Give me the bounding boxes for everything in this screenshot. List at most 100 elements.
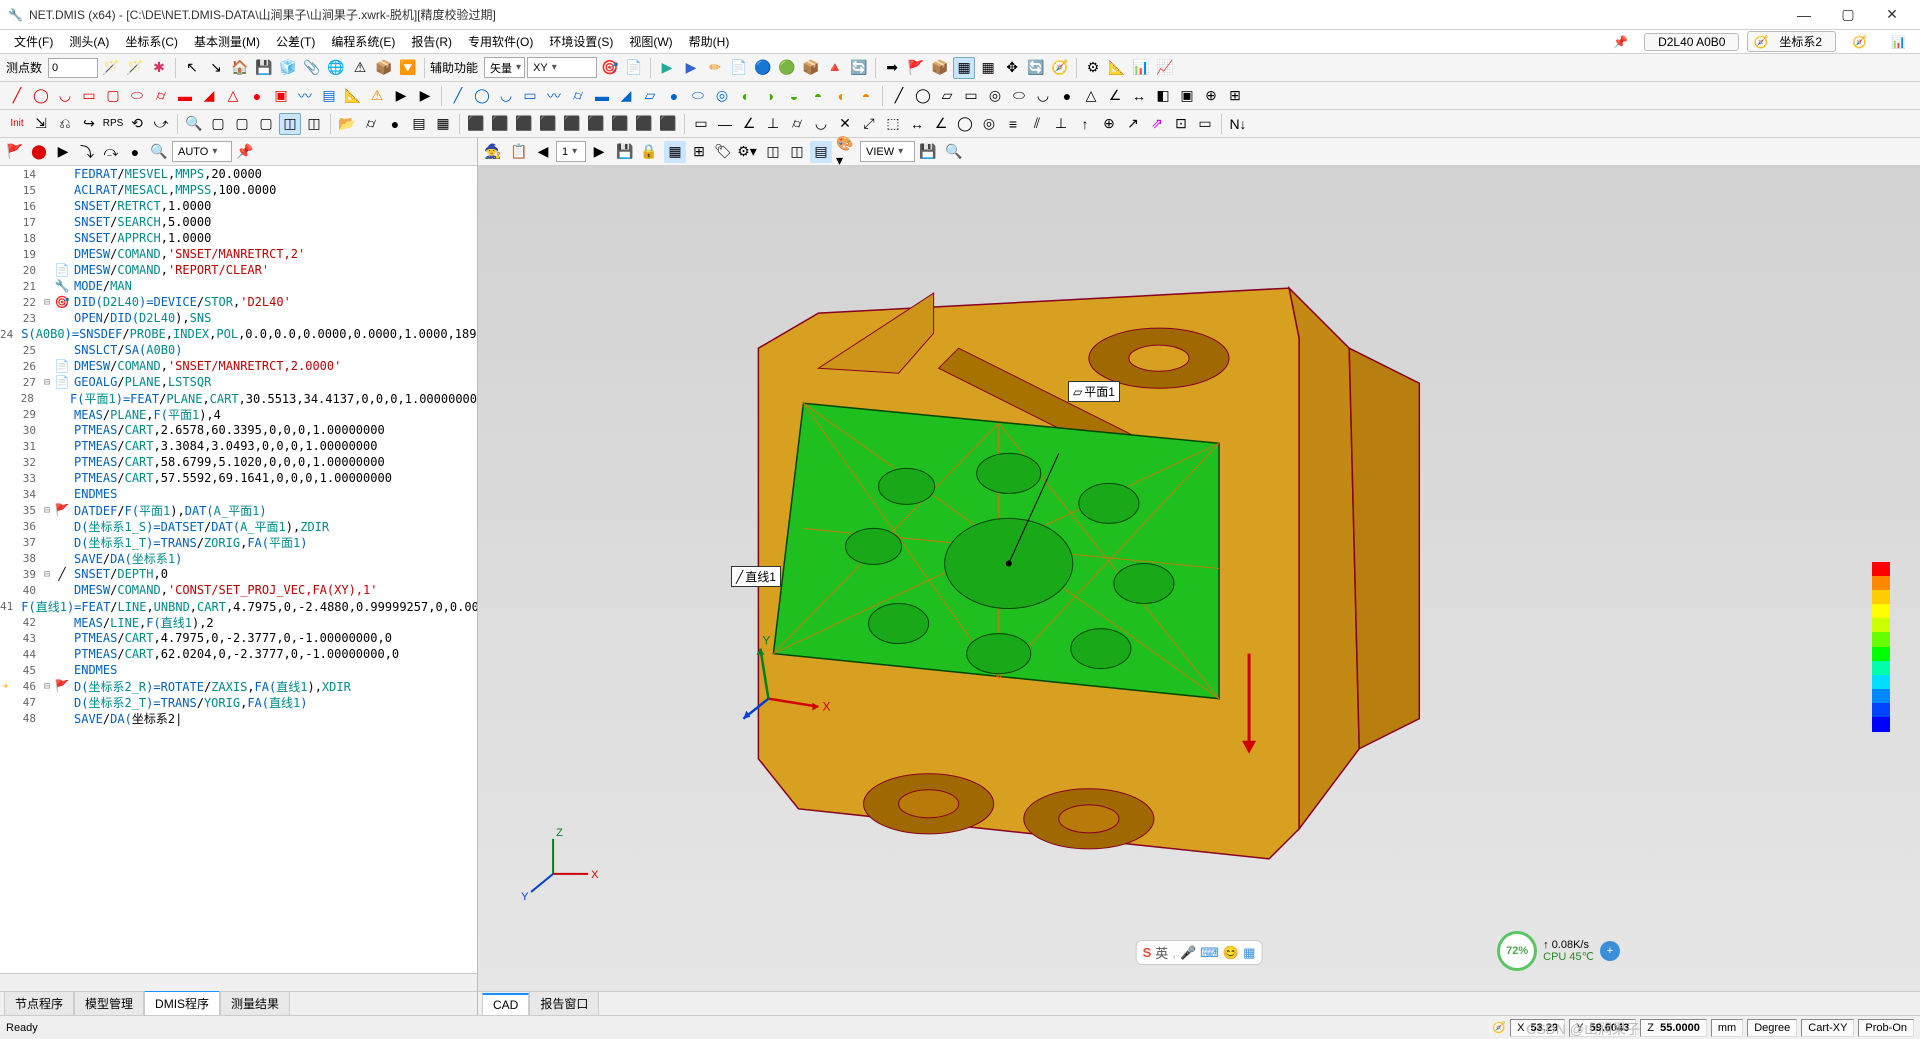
code-line[interactable]: 32PTMEAS/CART,58.6799,5.1020,0,0,0,1.000… [0,454,477,470]
status-probe[interactable]: Prob-On [1858,1019,1914,1037]
axis-tool-icon[interactable]: 🧭 [1049,57,1071,79]
cylinder3d-icon[interactable]: ⌭ [567,85,589,107]
tri-tool2-icon[interactable]: △ [222,85,244,107]
code-line[interactable]: 22⊟🎯DID(D2L40)=DEVICE/STOR,'D2L40' [0,294,477,310]
sphere3d-icon[interactable]: ● [663,85,685,107]
menu-item[interactable]: 报告(R) [403,33,460,50]
view-persp-icon[interactable]: ◫ [303,113,325,135]
code-line[interactable]: 45ENDMES [0,662,477,678]
view-side-icon[interactable]: ▢ [231,113,253,135]
code-line[interactable]: 17SNSET/SEARCH,5.0000 [0,214,477,230]
flower-icon[interactable]: ✱ [148,57,170,79]
zoom-fit-icon[interactable]: 🔍 [943,141,965,163]
xtra16-icon[interactable]: ⊥ [1050,113,1072,135]
tab-report[interactable]: 报告窗口 [529,991,599,1015]
menu-item[interactable]: 文件(F) [6,33,61,50]
globe-icon[interactable]: 🌐 [325,57,347,79]
circle-tool-icon[interactable]: ◯ [30,85,52,107]
warn-icon[interactable]: ⚠ [349,57,371,79]
stepfwd-icon[interactable]: ⤻ [150,113,172,135]
menu-item[interactable]: 基本测量(M) [186,33,268,50]
init-icon[interactable]: Init [6,113,28,135]
cad-import-icon[interactable]: 📂 [336,113,358,135]
cube2-icon[interactable]: 📦 [373,57,395,79]
xtra19-icon[interactable]: ↗ [1122,113,1144,135]
dim1-icon[interactable]: ◫ [762,141,784,163]
layer-view-icon[interactable]: ▤ [810,141,832,163]
grid-icon[interactable]: ▦ [977,57,999,79]
code-line[interactable]: 19DMESW/COMAND,'SNSET/MANRETRCT,2' [0,246,477,262]
tol-ax-icon[interactable]: ⊕ [1200,85,1222,107]
tab-cad[interactable]: CAD [482,993,529,1015]
tol-arc-icon[interactable]: ◡ [1032,85,1054,107]
misc4-icon[interactable]: 📈 [1154,57,1176,79]
ime-toolbar[interactable]: S 英 , 🎤 ⌨ 😊 ▦ [1136,940,1263,965]
rect3d-icon[interactable]: ▭ [519,85,541,107]
label-icon[interactable]: 🏷 [712,141,734,163]
torus3d-icon[interactable]: ◎ [711,85,733,107]
tol-plane-icon[interactable]: ▱ [936,85,958,107]
cad-plane-label[interactable]: ▱ 平面1 [1068,381,1120,402]
menu-item[interactable]: 公差(T) [268,33,323,50]
mode-dropdown[interactable]: AUTO [172,141,232,162]
cad-mesh-icon[interactable]: ▦ [432,113,454,135]
xtra12-icon[interactable]: ◯ [954,113,976,135]
page-go-icon[interactable]: 📄 [728,57,750,79]
undo-icon[interactable]: ↖ [181,57,203,79]
square-tool-icon[interactable]: ▢ [102,85,124,107]
xtra21-icon[interactable]: ⊡ [1170,113,1192,135]
code-line[interactable]: 28F(平面1)=FEAT/PLANE,CART,30.5513,34.4137… [0,390,477,406]
c2-icon[interactable]: ◑ [759,85,781,107]
code-line[interactable]: 39⊟╱SNSET/DEPTH,0 [0,566,477,582]
search-tool-icon[interactable]: 🔍 [148,141,170,163]
view-iso-icon[interactable]: ◫ [279,113,301,135]
view-save-icon[interactable]: 💾 [614,141,636,163]
op9-icon[interactable]: ⬛ [657,113,679,135]
cad-line-label[interactable]: ╱ 直线1 [731,566,781,587]
cone3d-icon[interactable]: ◢ [615,85,637,107]
sphere-icon[interactable]: 🔵 [752,57,774,79]
code-line[interactable]: 31PTMEAS/CART,3.3084,3.0493,0,0,0,1.0000… [0,438,477,454]
rotate-icon[interactable]: 🔄 [1025,57,1047,79]
ime-lang[interactable]: 英 [1155,943,1168,962]
code-line[interactable]: 20📄DMESW/COMAND,'REPORT/CLEAR' [0,262,477,278]
pin-icon[interactable]: 📌 [1605,35,1636,49]
xtra1-icon[interactable]: ▭ [690,113,712,135]
copy-icon[interactable]: 📋 [508,141,530,163]
op4-icon[interactable]: ⬛ [537,113,559,135]
cad-layer-icon[interactable]: ▤ [408,113,430,135]
code-line[interactable]: 43PTMEAS/CART,4.7975,0,-2.3777,0,-1.0000… [0,630,477,646]
tol-cyl-icon[interactable]: ▭ [960,85,982,107]
code-line[interactable]: 47D(坐标系2_T)=TRANS/YORIG,FA(直线1) [0,694,477,710]
bp-icon[interactable]: ● [124,141,146,163]
code-line[interactable]: 40DMESW/COMAND,'CONST/SET_PROJ_VEC,FA(XY… [0,582,477,598]
tab-meas-result[interactable]: 测量结果 [220,991,290,1015]
xtra8-icon[interactable]: ⤢ [858,113,880,135]
tab-model-mgmt[interactable]: 模型管理 [74,991,144,1015]
arc3d-icon[interactable]: ◡ [495,85,517,107]
view-lock-icon[interactable]: 🔒 [638,141,660,163]
point-count-input[interactable] [48,58,98,78]
xtra18-icon[interactable]: ⊕ [1098,113,1120,135]
step-icon[interactable]: ⇲ [30,113,52,135]
op2-icon[interactable]: ⬛ [489,113,511,135]
line3d-icon[interactable]: ╱ [447,85,469,107]
nav-prev-icon[interactable]: ◀ [532,141,554,163]
code-line[interactable]: 44PTMEAS/CART,62.0204,0,-2.3777,0,-1.000… [0,646,477,662]
tab-dmis-program[interactable]: DMIS程序 [144,990,220,1015]
save-icon[interactable]: 💾 [253,57,275,79]
d1-icon[interactable]: ◐ [831,85,853,107]
code-line[interactable]: 37D(坐标系1_T)=TRANS/ZORIG,FA(平面1) [0,534,477,550]
code-editor[interactable]: 14FEDRAT/MESVEL,MMPS,20.000015ACLRAT/MES… [0,166,477,973]
xtra17-icon[interactable]: ↑ [1074,113,1096,135]
code-line[interactable]: 25SNSLCT/SA(A0B0) [0,342,477,358]
tol-angle-icon[interactable]: ∠ [1104,85,1126,107]
plane3d-icon[interactable]: ▱ [639,85,661,107]
minimize-button[interactable]: — [1784,3,1824,27]
play-blue-icon[interactable]: ▶ [680,57,702,79]
perf-add-icon[interactable]: + [1600,941,1620,961]
sphere2-icon[interactable]: 🟢 [776,57,798,79]
menu-item[interactable]: 专用软件(O) [460,33,541,50]
status-cart[interactable]: Cart-XY [1801,1019,1854,1037]
tol-box-icon[interactable]: ▣ [1176,85,1198,107]
